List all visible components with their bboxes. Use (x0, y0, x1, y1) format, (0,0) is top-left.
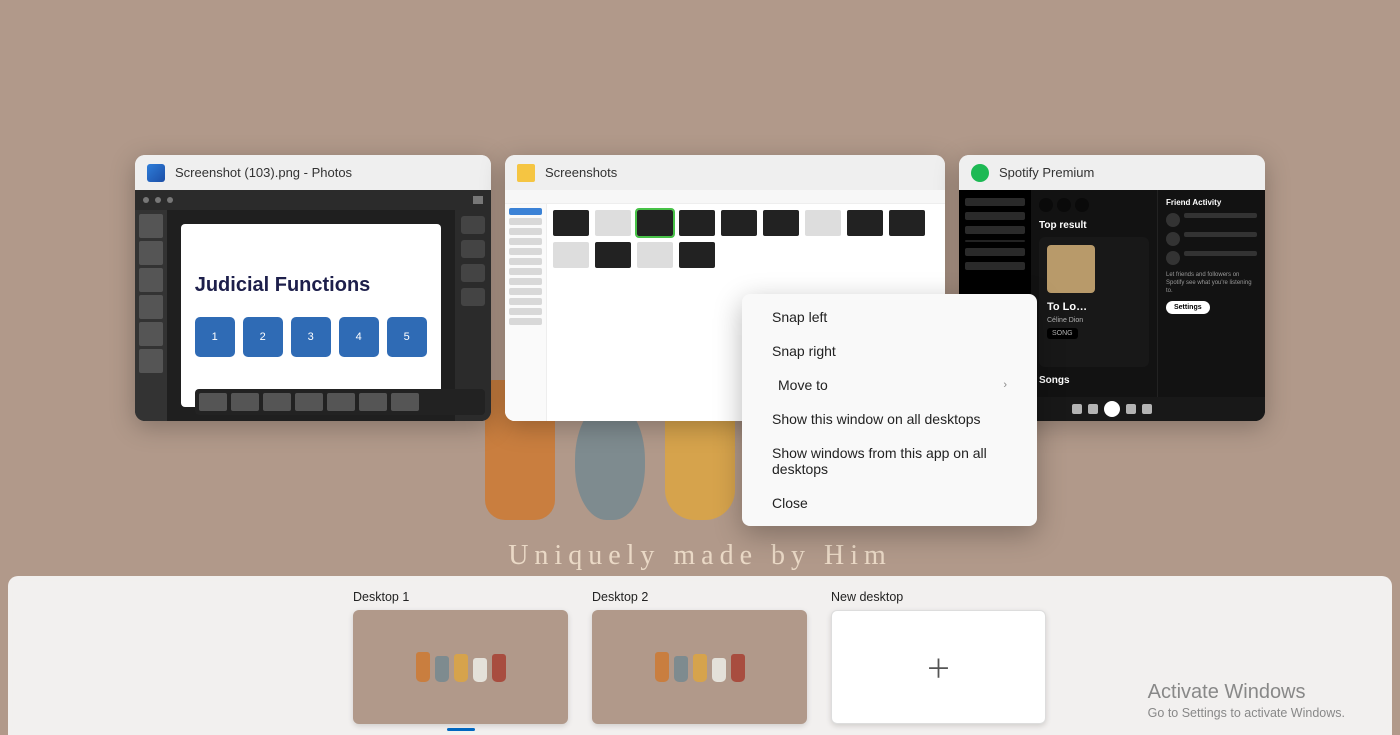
result-card: To Lo… Céline Dion SONG (1039, 237, 1149, 367)
settings-button: Settings (1166, 301, 1210, 314)
explorer-nav-pane (505, 204, 547, 421)
nav-back-icon (1039, 198, 1053, 212)
window-title-bar: Spotify Premium (959, 155, 1265, 190)
top-result-label: Top result (1039, 220, 1149, 231)
next-icon (1126, 404, 1136, 414)
photos-app-icon (147, 164, 165, 182)
menu-item-close[interactable]: Close (742, 486, 1037, 520)
desktop-tile[interactable]: Desktop 2 (592, 590, 807, 724)
new-desktop-button[interactable]: ＋ (831, 610, 1046, 724)
window-title-bar: Screenshots (505, 155, 945, 190)
menu-item-show-on-all-desktops[interactable]: Show this window on all desktops (742, 402, 1037, 436)
slide-card: 1 (195, 317, 235, 357)
slide-title: Judicial Functions (195, 274, 427, 297)
desktop-thumbnail[interactable] (592, 610, 807, 724)
window-context-menu: Snap left Snap right Move to› Show this … (742, 294, 1037, 526)
folder-icon (517, 164, 535, 182)
menu-item-snap-left[interactable]: Snap left (742, 300, 1037, 334)
search-icon (1075, 198, 1089, 212)
plus-icon: ＋ (925, 649, 951, 686)
slide-card: 3 (291, 317, 331, 357)
slide-card: 5 (387, 317, 427, 357)
menu-item-move-to[interactable]: Move to› (742, 368, 1037, 402)
explorer-toolbar (505, 190, 945, 204)
desktop-thumbnail[interactable] (353, 610, 568, 724)
menu-item-snap-right[interactable]: Snap right (742, 334, 1037, 368)
song-title: To Lo… (1047, 301, 1141, 313)
slide-thumbnail-rail (135, 210, 167, 421)
avatar-icon (1166, 251, 1180, 265)
friend-activity-title: Friend Activity (1166, 198, 1257, 207)
spotify-main: Top result To Lo… Céline Dion SONG Songs (1031, 190, 1157, 397)
task-view-windows: Screenshot (103).png - Photos Judicial F… (135, 155, 1265, 421)
nav-forward-icon (1057, 198, 1071, 212)
slide-card: 2 (243, 317, 283, 357)
new-desktop-label: New desktop (831, 590, 1046, 604)
window-title: Screenshots (545, 165, 617, 180)
chevron-right-icon: › (1003, 379, 1007, 391)
desktop-label: Desktop 2 (592, 590, 807, 604)
activation-watermark: Activate Windows Go to Settings to activ… (1148, 681, 1345, 720)
window-title: Spotify Premium (999, 165, 1094, 180)
desktop-label: Desktop 1 (353, 590, 568, 604)
filmstrip (195, 389, 485, 415)
shuffle-icon (1072, 404, 1082, 414)
spotify-icon (971, 164, 989, 182)
repeat-icon (1142, 404, 1152, 414)
window-title-bar: Screenshot (103).png - Photos (135, 155, 491, 190)
slide: Judicial Functions 1 2 3 4 5 (181, 224, 441, 407)
friend-activity-desc: Let friends and followers on Spotify see… (1166, 271, 1257, 295)
avatar-icon (1166, 213, 1180, 227)
watermark-subtitle: Go to Settings to activate Windows. (1148, 706, 1345, 720)
watermark-title: Activate Windows (1148, 681, 1345, 704)
slide-card: 4 (339, 317, 379, 357)
slide-cards: 1 2 3 4 5 (195, 317, 427, 357)
window-photos[interactable]: Screenshot (103).png - Photos Judicial F… (135, 155, 491, 421)
window-title: Screenshot (103).png - Photos (175, 165, 352, 180)
song-badge: SONG (1047, 328, 1078, 339)
prev-icon (1088, 404, 1098, 414)
menu-item-show-app-on-all-desktops[interactable]: Show windows from this app on all deskto… (742, 436, 1037, 486)
play-icon (1104, 401, 1120, 417)
artist-name: Céline Dion (1047, 317, 1141, 324)
desktop-tile[interactable]: Desktop 1 (353, 590, 568, 724)
album-art (1047, 245, 1095, 293)
friend-activity-pane: Friend Activity Let friends and follower… (1157, 190, 1265, 397)
active-indicator (447, 728, 475, 731)
avatar-icon (1166, 232, 1180, 246)
songs-label: Songs (1039, 375, 1149, 386)
preview-toolbar (135, 190, 491, 210)
window-preview: Judicial Functions 1 2 3 4 5 (135, 190, 491, 421)
new-desktop-tile[interactable]: New desktop ＋ (831, 590, 1046, 724)
wallpaper-caption: Uniquely made by Him (508, 540, 892, 572)
